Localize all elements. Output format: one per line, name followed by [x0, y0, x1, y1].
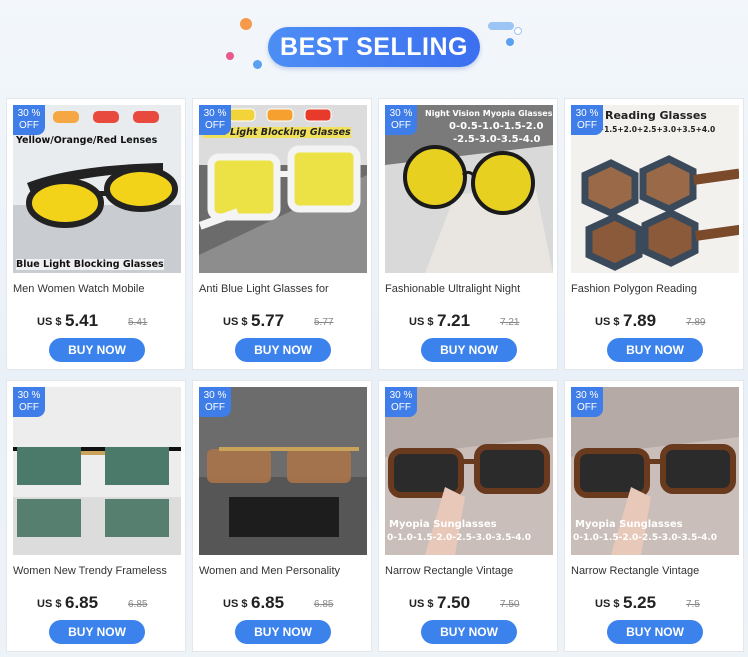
price-row: US $ 7.89 7.89 [565, 311, 745, 333]
buy-now-button[interactable]: BUY NOW [607, 620, 703, 644]
image-caption-line2: 0-1.0-1.5-2.0-2.5-3.0-3.5-4.0 [387, 533, 532, 543]
product-image[interactable]: Reading Glasses 0+1.0+1.5+2.0+2.5+3.0+3.… [571, 105, 739, 273]
sale-price: 5.41 [65, 311, 99, 330]
original-price: 7.5 [686, 599, 700, 610]
buy-now-button[interactable]: BUY NOW [235, 338, 331, 362]
currency-label: US $ [409, 316, 434, 328]
product-card[interactable]: Myopia Sunglasses 0-1.0-1.5-2.0-2.5-3.0-… [378, 380, 558, 652]
page-title: BEST SELLING [280, 33, 468, 61]
price-row: US $ 6.85 6.85 [193, 593, 373, 615]
product-card[interactable]: Blue Light Blocking Glasses 30 % OFF Anti… [192, 98, 372, 370]
product-card[interactable]: 30 % OFF Women New Trendy Frameless US $ … [6, 380, 186, 652]
discount-badge: 30 % OFF [199, 387, 231, 417]
product-title[interactable]: Fashionable Ultralight Night [385, 283, 553, 295]
discount-badge: 30 % OFF [385, 105, 417, 135]
product-card[interactable]: Myopia Sunglasses 0-1.0-1.5-2.0-2.5-3.0-… [564, 380, 744, 652]
price-row: US $ 5.41 5.41 [7, 311, 187, 333]
original-price: 5.77 [314, 317, 334, 328]
discount-badge: 30 % OFF [13, 387, 45, 417]
sale-price: 5.77 [251, 311, 285, 330]
original-price: 6.85 [128, 599, 148, 610]
buy-now-button[interactable]: BUY NOW [421, 620, 517, 644]
product-image[interactable]: Blue Light Blocking Glasses 30 % OFF [199, 105, 367, 273]
sale-price: 7.89 [623, 311, 657, 330]
original-price: 7.21 [500, 317, 520, 328]
product-card[interactable]: 30 % OFF Women and Men Personality US $ 6… [192, 380, 372, 652]
product-card[interactable]: Yellow/Orange/Red Lenses Blue Light Bloc… [6, 98, 186, 370]
price-row: US $ 6.85 6.85 [7, 593, 187, 615]
decor-dash [488, 22, 514, 30]
product-image[interactable]: Myopia Sunglasses 0-1.0-1.5-2.0-2.5-3.0-… [571, 387, 739, 555]
product-image[interactable]: Night Vision Myopia Glasses 0-0.5-1.0-1.… [385, 105, 553, 273]
original-price: 7.50 [500, 599, 520, 610]
sale-price: 6.85 [251, 593, 285, 612]
image-caption-line1: Myopia Sunglasses [575, 519, 683, 530]
sale-price: 7.50 [437, 593, 471, 612]
discount-badge: 30 % OFF [571, 387, 603, 417]
product-title[interactable]: Fashion Polygon Reading [571, 283, 739, 295]
image-caption-line1: Myopia Sunglasses [389, 519, 497, 530]
decor-dot [240, 18, 252, 30]
currency-label: US $ [37, 316, 62, 328]
original-price: 5.41 [128, 317, 148, 328]
product-title[interactable]: Women New Trendy Frameless [13, 565, 181, 577]
product-title[interactable]: Narrow Rectangle Vintage [571, 565, 739, 577]
discount-badge: 30 % OFF [385, 387, 417, 417]
price-row: US $ 5.77 5.77 [193, 311, 373, 333]
buy-now-button[interactable]: BUY NOW [49, 620, 145, 644]
product-card[interactable]: Reading Glasses 0+1.0+1.5+2.0+2.5+3.0+3.… [564, 98, 744, 370]
currency-label: US $ [223, 598, 248, 610]
sale-price: 5.25 [623, 593, 657, 612]
image-caption-line1: 0-0.5-1.0-1.5-2.0 [449, 121, 544, 132]
currency-label: US $ [409, 598, 434, 610]
buy-now-button[interactable]: BUY NOW [49, 338, 145, 362]
discount-badge: 30 % OFF [199, 105, 231, 135]
discount-badge: 30 % OFF [571, 105, 603, 135]
decor-dot [514, 27, 522, 35]
discount-badge: 30 % OFF [13, 105, 45, 135]
product-image[interactable]: 30 % OFF [13, 387, 181, 555]
price-row: US $ 5.25 7.5 [565, 593, 745, 615]
product-title[interactable]: Men Women Watch Mobile [13, 283, 181, 295]
original-price: 6.85 [314, 599, 334, 610]
currency-label: US $ [223, 316, 248, 328]
decor-dot [253, 60, 262, 69]
product-image[interactable]: Myopia Sunglasses 0-1.0-1.5-2.0-2.5-3.0-… [385, 387, 553, 555]
image-caption-line2: 0-1.0-1.5-2.0-2.5-3.0-3.5-4.0 [573, 533, 718, 543]
product-card[interactable]: Night Vision Myopia Glasses 0-0.5-1.0-1.… [378, 98, 558, 370]
decor-dot [226, 52, 234, 60]
product-title[interactable]: Narrow Rectangle Vintage [385, 565, 553, 577]
decor-dot [506, 38, 514, 46]
image-caption-line2: -2.5-3.0-3.5-4.0 [453, 134, 541, 145]
image-caption-top: Yellow/Orange/Red Lenses [16, 135, 158, 146]
sale-price: 6.85 [65, 593, 99, 612]
product-image[interactable]: 30 % OFF [199, 387, 367, 555]
product-title[interactable]: Women and Men Personality [199, 565, 367, 577]
price-row: US $ 7.50 7.50 [379, 593, 559, 615]
best-selling-banner: BEST SELLING [0, 0, 748, 92]
product-image[interactable]: Yellow/Orange/Red Lenses Blue Light Bloc… [13, 105, 181, 273]
original-price: 7.89 [686, 317, 706, 328]
buy-now-button[interactable]: BUY NOW [235, 620, 331, 644]
image-caption-bottom: Blue Light Blocking Glasses [16, 259, 164, 270]
image-caption-top: Reading Glasses [605, 109, 707, 122]
currency-label: US $ [37, 598, 62, 610]
image-caption-top: Night Vision Myopia Glasses [425, 109, 553, 118]
sale-price: 7.21 [437, 311, 471, 330]
currency-label: US $ [595, 598, 620, 610]
buy-now-button[interactable]: BUY NOW [421, 338, 517, 362]
currency-label: US $ [595, 316, 620, 328]
product-title[interactable]: Anti Blue Light Glasses for [199, 283, 367, 295]
price-row: US $ 7.21 7.21 [379, 311, 559, 333]
buy-now-button[interactable]: BUY NOW [607, 338, 703, 362]
